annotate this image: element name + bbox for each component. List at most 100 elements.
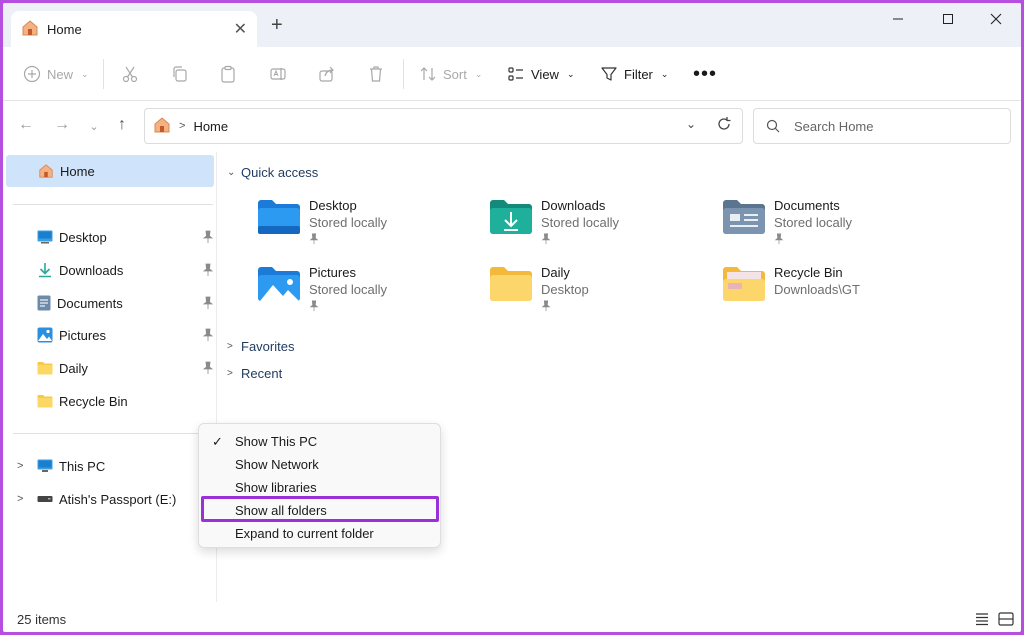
pin-icon[interactable]: [203, 296, 213, 310]
highlight-box: [201, 496, 439, 522]
paste-button[interactable]: [219, 63, 237, 85]
filter-label: Filter: [624, 66, 653, 82]
folder-with-files-icon: [723, 267, 765, 301]
back-arrow-icon[interactable]: ←: [15, 116, 37, 134]
sidebar-item-recycle-bin[interactable]: Recycle Bin: [3, 386, 216, 416]
pin-icon[interactable]: [203, 230, 213, 244]
maximize-button[interactable]: [925, 3, 971, 35]
expand-chevron-icon[interactable]: >: [17, 460, 23, 472]
more-options-icon[interactable]: •••: [693, 63, 717, 85]
view-label: View: [531, 66, 559, 82]
sidebar-item-label: Pictures: [59, 327, 106, 343]
up-arrow-icon[interactable]: ↑: [111, 116, 133, 134]
quick-access-item[interactable]: Daily Desktop: [489, 264, 709, 318]
clipboard-icon: [221, 65, 235, 83]
toolbar-divider: [403, 59, 404, 89]
section-quick-access[interactable]: ⌄ Quick access: [227, 165, 318, 180]
share-button[interactable]: [318, 63, 336, 85]
view-button[interactable]: View ⌄: [507, 63, 575, 85]
address-dropdown-chevron-icon[interactable]: ⌄: [686, 117, 696, 131]
delete-button[interactable]: [367, 63, 385, 85]
forward-arrow-icon[interactable]: →: [51, 116, 73, 134]
menu-item-show-this-pc[interactable]: Show This PC: [235, 431, 317, 451]
item-location: Stored locally: [541, 215, 620, 230]
filter-icon: [601, 67, 617, 81]
folder-icon: [37, 362, 53, 375]
item-location: Stored locally: [309, 215, 388, 230]
new-button[interactable]: New ⌄: [23, 63, 89, 85]
recent-locations-chevron-icon[interactable]: ⌄: [83, 120, 105, 133]
pin-icon: [774, 233, 784, 245]
rename-icon: [270, 68, 286, 80]
title-bar: Home ✕ +: [3, 3, 1021, 47]
navigation-pane: Home Desktop Downloads Documents Picture…: [3, 152, 216, 602]
menu-item-show-libraries[interactable]: Show libraries: [235, 477, 317, 497]
tiles-view-icon[interactable]: [997, 611, 1015, 627]
cut-button[interactable]: [121, 63, 139, 85]
tab-home[interactable]: Home ✕: [11, 11, 257, 47]
sidebar-item-label: Home: [60, 163, 95, 179]
menu-item-show-network[interactable]: Show Network: [235, 454, 319, 474]
toolbar-divider: [103, 59, 104, 89]
details-view-icon[interactable]: [973, 611, 991, 627]
minimize-button[interactable]: [875, 3, 921, 35]
new-tab-button[interactable]: +: [271, 15, 283, 35]
desktop-folder-icon: [258, 200, 300, 234]
quick-access-item[interactable]: Desktop Stored locally: [257, 197, 477, 251]
section-favorites[interactable]: > Favorites: [227, 339, 294, 354]
section-recent[interactable]: > Recent: [227, 366, 282, 381]
item-location: Stored locally: [774, 215, 853, 230]
status-bar: 25 items: [3, 607, 1021, 632]
address-bar[interactable]: > Home ⌄: [144, 108, 743, 144]
view-list-icon: [508, 67, 523, 81]
quick-access-item[interactable]: Recycle Bin Downloads\GT: [722, 264, 942, 318]
section-title: Quick access: [241, 165, 319, 180]
downloads-folder-icon: [490, 200, 532, 234]
sidebar-item-desktop[interactable]: Desktop: [3, 222, 216, 252]
pin-icon[interactable]: [203, 361, 213, 375]
sidebar-item-pictures[interactable]: Pictures: [3, 320, 216, 350]
folder-icon: [490, 267, 532, 301]
folder-icon: [37, 395, 53, 408]
breadcrumb-home[interactable]: Home: [193, 119, 228, 134]
collapse-chevron-icon: ⌄: [227, 167, 236, 178]
item-location: Desktop: [541, 282, 589, 297]
close-window-button[interactable]: [973, 3, 1019, 35]
home-icon: [21, 19, 39, 40]
close-tab-icon[interactable]: ✕: [234, 19, 247, 39]
copy-button[interactable]: [171, 63, 189, 85]
refresh-icon[interactable]: [716, 116, 732, 135]
command-bar: New ⌄ Sort ⌄ View ⌄ Filter ⌄ •••: [3, 47, 1021, 101]
sidebar-item-drive[interactable]: > Atish's Passport (E:): [3, 484, 216, 514]
expand-chevron-icon: >: [227, 368, 233, 379]
expand-chevron-icon: >: [227, 341, 233, 352]
menu-item-expand-to-current-folder[interactable]: Expand to current folder: [235, 523, 374, 543]
pin-icon[interactable]: [203, 328, 213, 342]
sort-button[interactable]: Sort ⌄: [419, 63, 482, 85]
quick-access-item[interactable]: Downloads Stored locally: [489, 197, 709, 251]
item-name: Daily: [541, 265, 570, 280]
filter-button[interactable]: Filter ⌄: [600, 63, 668, 85]
sort-icon: [420, 67, 436, 81]
copy-icon: [173, 66, 187, 82]
documents-folder-icon: [723, 200, 765, 234]
sidebar-item-downloads[interactable]: Downloads: [3, 255, 216, 285]
quick-access-item[interactable]: Pictures Stored locally: [257, 264, 477, 318]
search-box[interactable]: Search Home: [753, 108, 1011, 144]
sidebar-item-home[interactable]: Home: [6, 155, 214, 187]
rename-button[interactable]: [269, 63, 287, 85]
scissors-icon: [122, 66, 138, 83]
plus-circle-icon: [23, 65, 41, 83]
sidebar-item-daily[interactable]: Daily: [3, 353, 216, 383]
sidebar-item-documents[interactable]: Documents: [3, 288, 216, 318]
sidebar-item-this-pc[interactable]: > This PC: [3, 451, 216, 481]
search-icon: [766, 119, 780, 133]
expand-chevron-icon[interactable]: >: [17, 493, 23, 505]
sidebar-item-label: Desktop: [59, 229, 107, 245]
home-icon: [153, 116, 171, 137]
pin-icon: [309, 300, 319, 312]
quick-access-item[interactable]: Documents Stored locally: [722, 197, 942, 251]
pin-icon[interactable]: [203, 263, 213, 277]
item-location: Stored locally: [309, 282, 388, 297]
share-icon: [319, 66, 334, 82]
